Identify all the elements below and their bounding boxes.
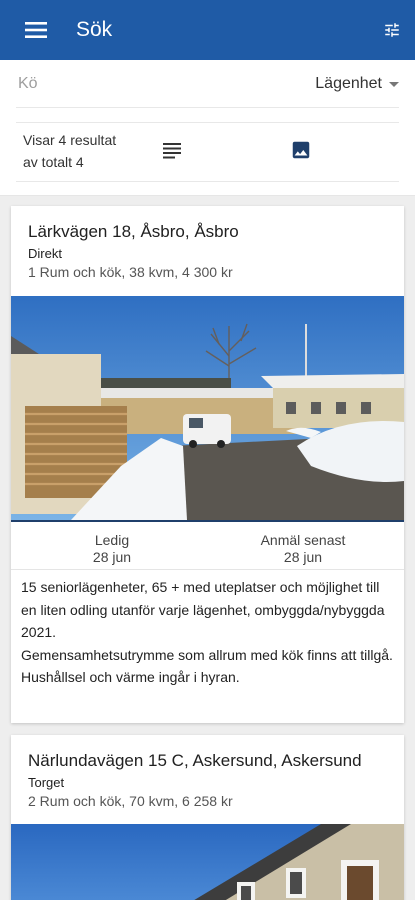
available-info: Ledig 28 jun xyxy=(27,532,197,566)
description-paragraph: 15 seniorlägenheter, 65 + med uteplatser… xyxy=(21,579,385,640)
hamburger-menu-icon xyxy=(25,22,47,38)
results-count-line2: av totalt 4 xyxy=(23,154,84,170)
listing-photo[interactable] xyxy=(11,824,404,900)
menu-button[interactable] xyxy=(21,15,51,45)
description-paragraph: Gemensamhetsutrymme som allrum med kök f… xyxy=(21,646,393,663)
listing-card[interactable]: Lärkvägen 18, Åsbro, Åsbro Direkt 1 Rum … xyxy=(11,206,404,723)
image-view-button[interactable] xyxy=(290,139,314,163)
listing-area: Torget xyxy=(28,775,65,790)
filter-button[interactable] xyxy=(379,17,405,43)
results-count: Visar 4 resultat av totalt 4 xyxy=(23,129,143,173)
list-view-button[interactable] xyxy=(162,141,184,163)
results-toolbar: Visar 4 resultat av totalt 4 xyxy=(16,122,399,182)
deadline-info: Anmäl senast 28 jun xyxy=(218,532,388,566)
description-paragraph: Hushållsel och värme ingår i hyran. xyxy=(21,669,240,685)
page-title: Sök xyxy=(76,18,113,41)
tune-icon xyxy=(385,23,399,37)
app-bar: Sök xyxy=(0,0,415,60)
listing-address: Lärkvägen 18, Åsbro, Åsbro xyxy=(28,222,239,241)
deadline-label: Anmäl senast xyxy=(260,532,346,548)
housing-type-value: Lägenhet xyxy=(315,74,382,92)
available-date: 28 jun xyxy=(92,549,132,565)
filter-row: Kö Lägenhet xyxy=(16,60,399,108)
search-controls: Kö Lägenhet Visar 4 resultat av totalt 4 xyxy=(0,60,415,196)
queue-input[interactable]: Kö xyxy=(18,75,38,93)
deadline-date: 28 jun xyxy=(283,549,323,565)
housing-type-select[interactable]: Lägenhet xyxy=(315,75,399,93)
listing-area: Direkt xyxy=(28,246,62,261)
listing-info: 1 Rum och kök, 38 kvm, 4 300 kr xyxy=(28,264,233,280)
listing-description: 15 seniorlägenheter, 65 + med uteplatser… xyxy=(21,576,394,689)
image-icon xyxy=(292,141,310,159)
list-view-icon xyxy=(163,143,181,159)
photo-divider xyxy=(11,520,404,522)
available-label: Ledig xyxy=(94,532,130,548)
listing-info: 2 Rum och kök, 70 kvm, 6 258 kr xyxy=(28,793,233,809)
dropdown-caret-icon xyxy=(389,82,399,87)
results-count-line1: Visar 4 resultat xyxy=(23,132,117,148)
listing-address: Närlundavägen 15 C, Askersund, Askersund xyxy=(28,751,362,770)
section-divider xyxy=(11,569,404,570)
listing-card[interactable]: Närlundavägen 15 C, Askersund, Askersund… xyxy=(11,735,404,900)
listing-photo[interactable] xyxy=(11,296,404,520)
